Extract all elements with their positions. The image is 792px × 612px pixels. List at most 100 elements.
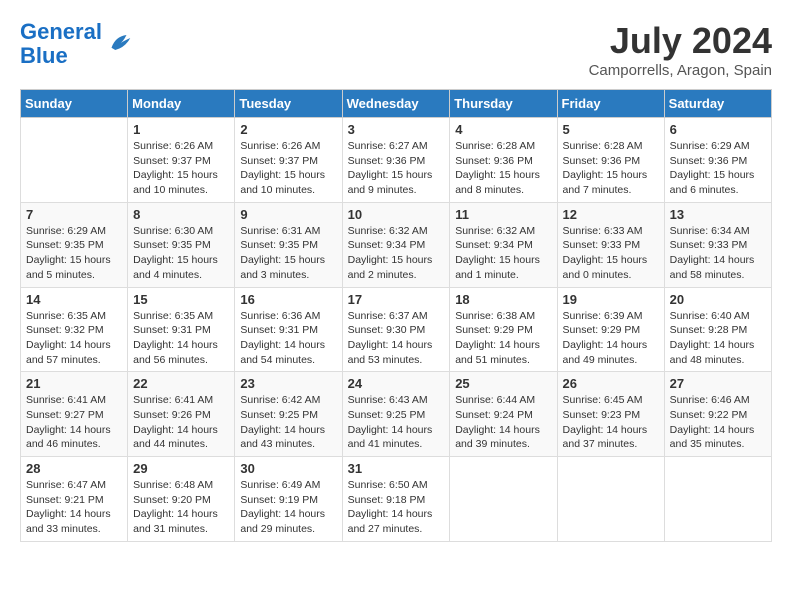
day-info: Sunrise: 6:28 AMSunset: 9:36 PMDaylight:… <box>455 139 551 198</box>
day-number: 27 <box>670 376 766 391</box>
day-number: 16 <box>240 292 336 307</box>
day-number: 2 <box>240 122 336 137</box>
calendar-table: Sunday Monday Tuesday Wednesday Thursday… <box>20 89 772 542</box>
day-number: 22 <box>133 376 229 391</box>
day-info: Sunrise: 6:29 AMSunset: 9:36 PMDaylight:… <box>670 139 766 198</box>
table-row: 11 Sunrise: 6:32 AMSunset: 9:34 PMDaylig… <box>450 202 557 287</box>
table-row: 2 Sunrise: 6:26 AMSunset: 9:37 PMDayligh… <box>235 118 342 203</box>
table-row: 5 Sunrise: 6:28 AMSunset: 9:36 PMDayligh… <box>557 118 664 203</box>
day-info: Sunrise: 6:39 AMSunset: 9:29 PMDaylight:… <box>563 309 659 368</box>
table-row: 18 Sunrise: 6:38 AMSunset: 9:29 PMDaylig… <box>450 287 557 372</box>
day-number: 23 <box>240 376 336 391</box>
table-row: 7 Sunrise: 6:29 AMSunset: 9:35 PMDayligh… <box>21 202 128 287</box>
table-row: 15 Sunrise: 6:35 AMSunset: 9:31 PMDaylig… <box>128 287 235 372</box>
calendar-week-row: 1 Sunrise: 6:26 AMSunset: 9:37 PMDayligh… <box>21 118 772 203</box>
table-row: 8 Sunrise: 6:30 AMSunset: 9:35 PMDayligh… <box>128 202 235 287</box>
calendar-header-row: Sunday Monday Tuesday Wednesday Thursday… <box>21 90 772 118</box>
table-row: 30 Sunrise: 6:49 AMSunset: 9:19 PMDaylig… <box>235 457 342 542</box>
day-info: Sunrise: 6:27 AMSunset: 9:36 PMDaylight:… <box>348 139 445 198</box>
day-number: 24 <box>348 376 445 391</box>
day-info: Sunrise: 6:35 AMSunset: 9:32 PMDaylight:… <box>26 309 122 368</box>
logo-bird-icon <box>104 29 134 59</box>
logo-blue: Blue <box>20 43 68 68</box>
table-row: 6 Sunrise: 6:29 AMSunset: 9:36 PMDayligh… <box>664 118 771 203</box>
day-number: 12 <box>563 207 659 222</box>
day-info: Sunrise: 6:32 AMSunset: 9:34 PMDaylight:… <box>348 224 445 283</box>
day-number: 26 <box>563 376 659 391</box>
day-number: 14 <box>26 292 122 307</box>
header-monday: Monday <box>128 90 235 118</box>
day-number: 15 <box>133 292 229 307</box>
day-number: 8 <box>133 207 229 222</box>
page-header: General Blue July 2024 Camporrells, Arag… <box>20 20 772 79</box>
day-number: 20 <box>670 292 766 307</box>
logo-general: General <box>20 19 102 44</box>
day-info: Sunrise: 6:32 AMSunset: 9:34 PMDaylight:… <box>455 224 551 283</box>
table-row: 23 Sunrise: 6:42 AMSunset: 9:25 PMDaylig… <box>235 372 342 457</box>
day-number: 30 <box>240 461 336 476</box>
day-info: Sunrise: 6:30 AMSunset: 9:35 PMDaylight:… <box>133 224 229 283</box>
calendar-week-row: 14 Sunrise: 6:35 AMSunset: 9:32 PMDaylig… <box>21 287 772 372</box>
day-info: Sunrise: 6:44 AMSunset: 9:24 PMDaylight:… <box>455 393 551 452</box>
day-info: Sunrise: 6:29 AMSunset: 9:35 PMDaylight:… <box>26 224 122 283</box>
calendar-week-row: 21 Sunrise: 6:41 AMSunset: 9:27 PMDaylig… <box>21 372 772 457</box>
table-row: 26 Sunrise: 6:45 AMSunset: 9:23 PMDaylig… <box>557 372 664 457</box>
day-number: 17 <box>348 292 445 307</box>
day-info: Sunrise: 6:26 AMSunset: 9:37 PMDaylight:… <box>240 139 336 198</box>
day-info: Sunrise: 6:43 AMSunset: 9:25 PMDaylight:… <box>348 393 445 452</box>
day-number: 11 <box>455 207 551 222</box>
table-row: 14 Sunrise: 6:35 AMSunset: 9:32 PMDaylig… <box>21 287 128 372</box>
header-friday: Friday <box>557 90 664 118</box>
day-info: Sunrise: 6:37 AMSunset: 9:30 PMDaylight:… <box>348 309 445 368</box>
calendar-week-row: 7 Sunrise: 6:29 AMSunset: 9:35 PMDayligh… <box>21 202 772 287</box>
location-title: Camporrells, Aragon, Spain <box>589 62 772 79</box>
day-info: Sunrise: 6:41 AMSunset: 9:27 PMDaylight:… <box>26 393 122 452</box>
header-thursday: Thursday <box>450 90 557 118</box>
table-row: 25 Sunrise: 6:44 AMSunset: 9:24 PMDaylig… <box>450 372 557 457</box>
day-info: Sunrise: 6:47 AMSunset: 9:21 PMDaylight:… <box>26 478 122 537</box>
header-wednesday: Wednesday <box>342 90 450 118</box>
day-number: 19 <box>563 292 659 307</box>
day-info: Sunrise: 6:40 AMSunset: 9:28 PMDaylight:… <box>670 309 766 368</box>
table-row: 27 Sunrise: 6:46 AMSunset: 9:22 PMDaylig… <box>664 372 771 457</box>
day-info: Sunrise: 6:26 AMSunset: 9:37 PMDaylight:… <box>133 139 229 198</box>
header-sunday: Sunday <box>21 90 128 118</box>
table-row <box>21 118 128 203</box>
table-row: 4 Sunrise: 6:28 AMSunset: 9:36 PMDayligh… <box>450 118 557 203</box>
day-number: 7 <box>26 207 122 222</box>
day-info: Sunrise: 6:31 AMSunset: 9:35 PMDaylight:… <box>240 224 336 283</box>
table-row: 22 Sunrise: 6:41 AMSunset: 9:26 PMDaylig… <box>128 372 235 457</box>
table-row: 3 Sunrise: 6:27 AMSunset: 9:36 PMDayligh… <box>342 118 450 203</box>
day-number: 25 <box>455 376 551 391</box>
table-row <box>557 457 664 542</box>
day-number: 13 <box>670 207 766 222</box>
header-tuesday: Tuesday <box>235 90 342 118</box>
day-number: 5 <box>563 122 659 137</box>
day-info: Sunrise: 6:42 AMSunset: 9:25 PMDaylight:… <box>240 393 336 452</box>
day-info: Sunrise: 6:36 AMSunset: 9:31 PMDaylight:… <box>240 309 336 368</box>
table-row: 17 Sunrise: 6:37 AMSunset: 9:30 PMDaylig… <box>342 287 450 372</box>
day-number: 4 <box>455 122 551 137</box>
day-info: Sunrise: 6:35 AMSunset: 9:31 PMDaylight:… <box>133 309 229 368</box>
table-row: 24 Sunrise: 6:43 AMSunset: 9:25 PMDaylig… <box>342 372 450 457</box>
day-number: 28 <box>26 461 122 476</box>
day-number: 29 <box>133 461 229 476</box>
header-saturday: Saturday <box>664 90 771 118</box>
logo: General Blue <box>20 20 134 68</box>
day-info: Sunrise: 6:41 AMSunset: 9:26 PMDaylight:… <box>133 393 229 452</box>
table-row: 29 Sunrise: 6:48 AMSunset: 9:20 PMDaylig… <box>128 457 235 542</box>
day-number: 9 <box>240 207 336 222</box>
table-row: 13 Sunrise: 6:34 AMSunset: 9:33 PMDaylig… <box>664 202 771 287</box>
day-number: 18 <box>455 292 551 307</box>
day-info: Sunrise: 6:34 AMSunset: 9:33 PMDaylight:… <box>670 224 766 283</box>
day-number: 31 <box>348 461 445 476</box>
table-row: 9 Sunrise: 6:31 AMSunset: 9:35 PMDayligh… <box>235 202 342 287</box>
table-row <box>450 457 557 542</box>
day-info: Sunrise: 6:38 AMSunset: 9:29 PMDaylight:… <box>455 309 551 368</box>
day-number: 3 <box>348 122 445 137</box>
day-info: Sunrise: 6:46 AMSunset: 9:22 PMDaylight:… <box>670 393 766 452</box>
month-title: July 2024 <box>589 20 772 62</box>
day-info: Sunrise: 6:49 AMSunset: 9:19 PMDaylight:… <box>240 478 336 537</box>
day-info: Sunrise: 6:28 AMSunset: 9:36 PMDaylight:… <box>563 139 659 198</box>
day-info: Sunrise: 6:33 AMSunset: 9:33 PMDaylight:… <box>563 224 659 283</box>
